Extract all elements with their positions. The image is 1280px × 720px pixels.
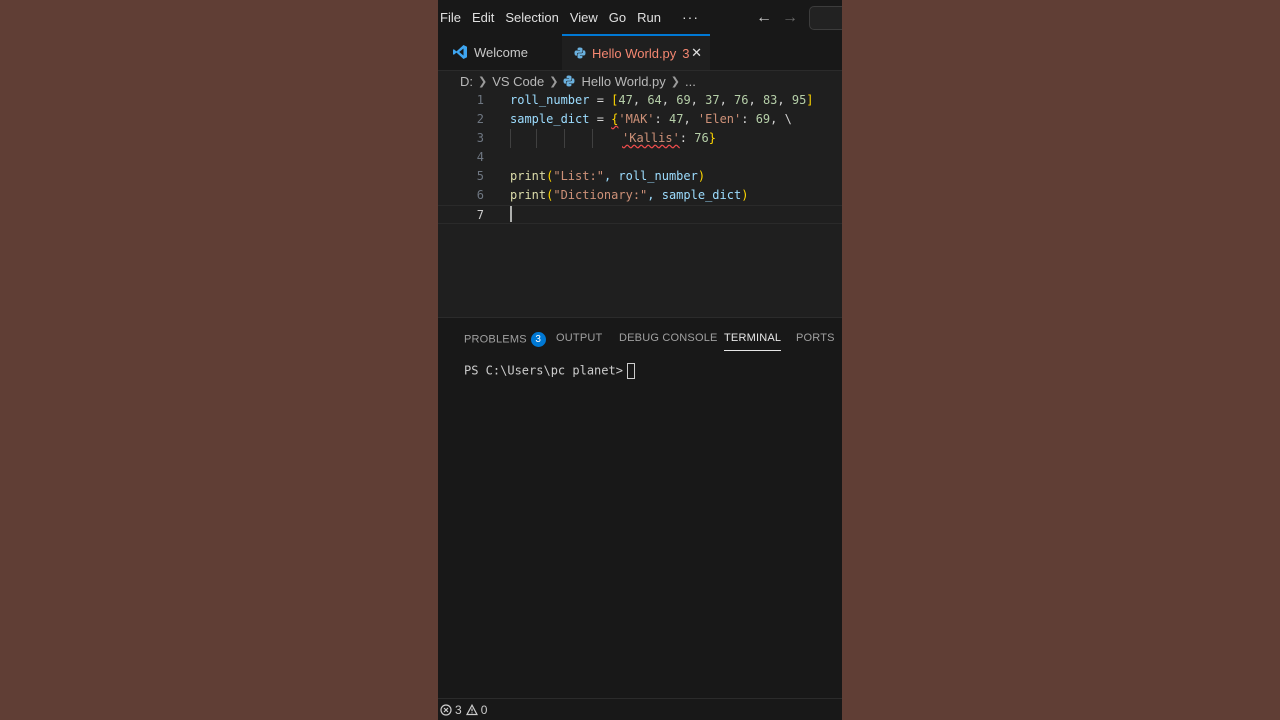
tab-output[interactable]: OUTPUT	[556, 332, 602, 344]
menu-run[interactable]: Run	[635, 10, 668, 25]
line-number: 2	[476, 112, 484, 126]
chevron-right-icon: ❯	[670, 75, 680, 88]
menu-view[interactable]: View	[568, 10, 605, 25]
code-line-4: 4	[438, 148, 842, 167]
menu-edit[interactable]: Edit	[470, 10, 501, 25]
tab-ports[interactable]: PORTS	[796, 332, 835, 344]
tab-terminal[interactable]: TERMINAL	[724, 332, 782, 351]
problems-badge: 3	[530, 332, 546, 347]
chevron-right-icon: ❯	[478, 75, 488, 88]
vscode-window: File Edit Selection View Go Run ··· ← → …	[438, 0, 842, 720]
python-file-icon	[574, 47, 586, 59]
line-number: 4	[476, 150, 484, 164]
tab-hello-world-label: Hello World.py	[592, 45, 677, 61]
breadcrumb-file[interactable]: Hello World.py	[581, 74, 665, 89]
arrow-left-icon[interactable]: ←	[756, 9, 772, 27]
command-center-search[interactable]	[809, 6, 842, 30]
breadcrumb-symbol[interactable]: ...	[685, 74, 696, 89]
code-line-3: 3 'Kallis': 76}	[438, 129, 842, 148]
code-line-7: 7	[438, 205, 842, 224]
terminal-prompt: PS C:\Users\pc planet>	[464, 363, 623, 378]
more-menu-icon[interactable]: ···	[682, 9, 699, 25]
tab-problem-count: 3	[682, 45, 690, 61]
python-file-icon	[563, 75, 575, 87]
tab-welcome-label: Welcome	[474, 44, 528, 60]
warning-triangle-icon	[465, 704, 478, 716]
line-number: 7	[476, 208, 484, 222]
code-line-1: 1 roll_number = [47, 64, 69, 37, 76, 83,…	[438, 91, 842, 110]
breadcrumb-drive[interactable]: D:	[460, 74, 473, 89]
terminal-cursor	[626, 363, 635, 379]
tab-hello-world[interactable]: Hello World.py 3 ✕	[562, 34, 710, 70]
warning-count: 0	[480, 703, 488, 717]
code-line-6: 6 print("Dictionary:", sample_dict)	[438, 186, 842, 205]
code-text: print("List:", roll_number)	[510, 169, 706, 183]
bottom-panel: PROBLEMS 3 OUTPUT DEBUG CONSOLE TERMINAL …	[438, 317, 842, 698]
menu-file[interactable]: File	[438, 10, 468, 25]
chevron-right-icon: ❯	[549, 75, 559, 88]
code-text: 'Kallis': 76}	[622, 131, 716, 145]
breadcrumb: D: ❯ VS Code ❯ Hello World.py ❯ ...	[460, 71, 696, 91]
arrow-right-icon[interactable]: →	[782, 9, 798, 27]
error-count: 3	[455, 703, 462, 717]
line-number: 1	[476, 93, 484, 107]
line-number: 5	[476, 169, 484, 183]
menu-selection[interactable]: Selection	[503, 10, 565, 25]
code-text: roll_number = [47, 64, 69, 37, 76, 83, 9…	[510, 93, 814, 107]
line-number: 3	[476, 131, 484, 145]
menu-bar: File Edit Selection View Go Run ··· ← →	[438, 0, 842, 34]
vscode-icon	[453, 45, 467, 59]
menu-go[interactable]: Go	[607, 10, 633, 25]
code-line-2: 2 sample_dict = {'MAK': 47, 'Elen': 69, …	[438, 110, 842, 129]
tab-debug-console[interactable]: DEBUG CONSOLE	[619, 332, 718, 344]
problems-status[interactable]: 3 0	[440, 703, 487, 717]
tab-welcome[interactable]: Welcome	[438, 34, 562, 70]
status-bar: 3 0	[438, 698, 842, 720]
code-text: sample_dict = {'MAK': 47, 'Elen': 69, \	[510, 112, 792, 126]
tab-problems[interactable]: PROBLEMS 3	[464, 332, 546, 347]
text-cursor	[510, 206, 512, 222]
code-editor[interactable]: 1 roll_number = [47, 64, 69, 37, 76, 83,…	[438, 91, 842, 317]
line-number: 6	[476, 188, 484, 202]
close-icon[interactable]: ✕	[691, 45, 702, 61]
code-text: print("Dictionary:", sample_dict)	[510, 188, 749, 202]
code-line-5: 5 print("List:", roll_number)	[438, 167, 842, 186]
error-circle-icon	[440, 704, 452, 716]
editor-tab-bar: Welcome Hello World.py 3 ✕	[438, 34, 842, 71]
breadcrumb-folder[interactable]: VS Code	[492, 74, 544, 89]
terminal-output[interactable]: PS C:\Users\pc planet>	[464, 363, 635, 379]
